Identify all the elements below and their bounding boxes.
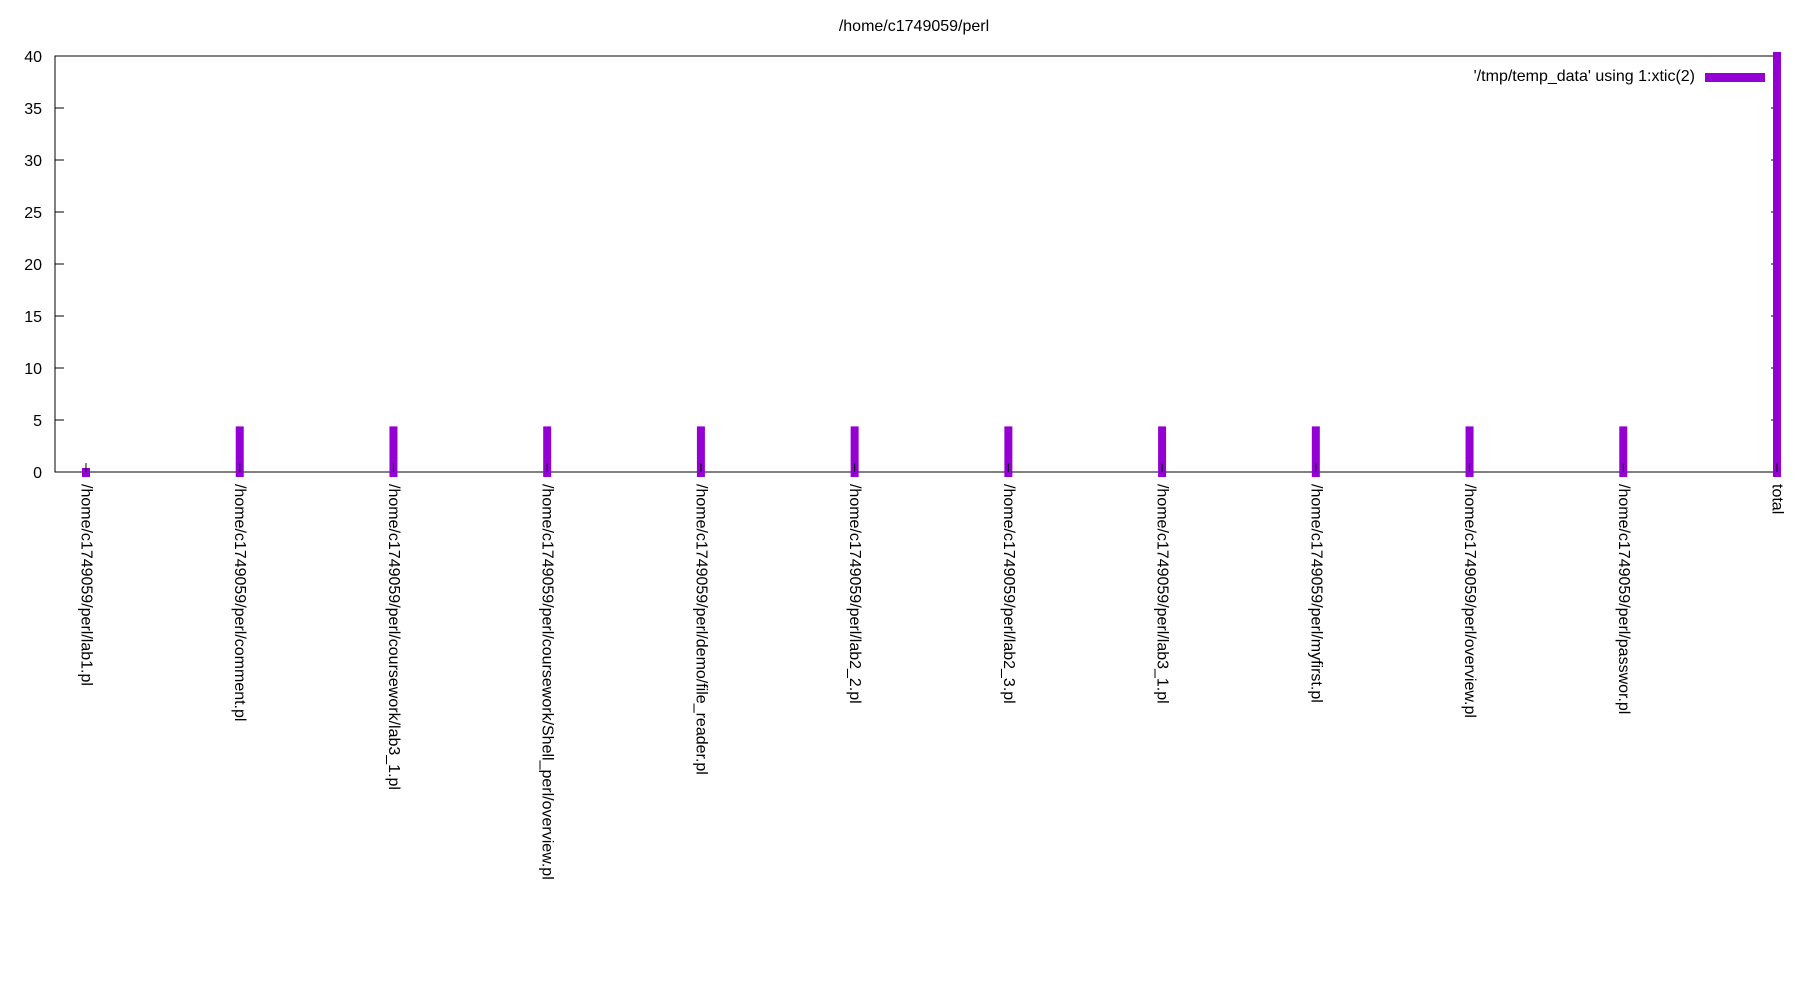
x-category-label: /home/c1749059/perl/demo/file_reader.pl [692,484,709,775]
y-tick-label: 0 [33,465,42,482]
plot-frame [54,55,1781,473]
bar [1773,52,1781,477]
x-category-label: /home/c1749059/perl/lab2_3.pl [1000,484,1017,704]
chart-title: /home/c1749059/perl [839,18,989,35]
x-category-label: /home/c1749059/perl/lab1.pl [78,484,95,686]
y-tick-label: 20 [24,257,42,274]
x-category-label: total [1769,484,1786,514]
y-tick-label: 25 [24,205,42,222]
y-tick-label: 10 [24,361,42,378]
x-category-label: /home/c1749059/perl/lab3_1.pl [1154,484,1171,704]
y-axis: 0 5 10 15 20 25 30 35 40 [24,49,1780,482]
bar-series [82,52,1781,477]
y-tick-label: 30 [24,153,42,170]
y-tick-label: 40 [24,49,42,66]
legend-label: '/tmp/temp_data' using 1:xtic(2) [1474,68,1695,85]
x-category-label: /home/c1749059/perl/myfirst.pl [1307,484,1324,703]
y-tick-label: 5 [33,413,42,430]
y-tick-label: 15 [24,309,42,326]
x-category-label: /home/c1749059/perl/lab2_2.pl [846,484,863,704]
y-tick-label: 35 [24,101,42,118]
x-category-label: /home/c1749059/perl/passwor.pl [1615,484,1632,714]
legend-swatch [1705,73,1765,82]
x-category-label: /home/c1749059/perl/coursework/lab3_1.pl [385,484,402,790]
x-category-label: /home/c1749059/perl/overview.pl [1461,484,1478,718]
x-category-label: /home/c1749059/perl/comment.pl [231,484,248,721]
x-axis: /home/c1749059/perl/lab1.pl/home/c174905… [78,463,1786,880]
x-category-label: /home/c1749059/perl/coursework/Shell_per… [539,484,556,880]
bar-chart: /home/c1749059/perl 0 5 10 15 20 25 30 35 40 /ho… [24,18,1786,880]
legend: '/tmp/temp_data' using 1:xtic(2) [1474,68,1765,85]
